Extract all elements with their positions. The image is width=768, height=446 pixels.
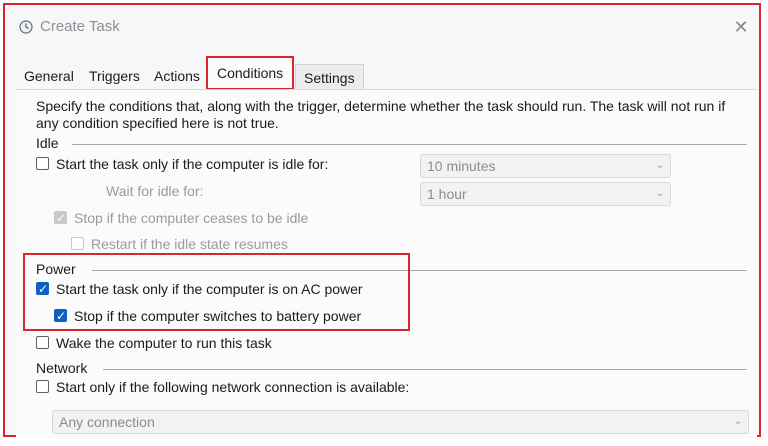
start-if-network-label: Start only if the following network conn… xyxy=(56,379,410,395)
restart-if-resumes-label: Restart if the idle state resumes xyxy=(91,236,288,252)
wait-duration-value: 1 hour xyxy=(427,186,467,202)
chevron-down-icon: ⌄ xyxy=(655,188,664,199)
start-if-network-checkbox[interactable] xyxy=(36,380,49,393)
conditions-panel: Specify the conditions that, along with … xyxy=(16,89,757,438)
stop-if-ceases-checkbox[interactable] xyxy=(54,207,67,229)
restart-if-resumes-row[interactable]: Restart if the idle state resumes xyxy=(71,233,391,255)
tab-actions[interactable]: Actions xyxy=(146,62,208,90)
network-connection-value: Any connection xyxy=(59,414,155,430)
tab-triggers[interactable]: Triggers xyxy=(81,62,148,90)
idle-heading: Idle xyxy=(36,135,59,151)
tab-general[interactable]: General xyxy=(16,62,82,90)
network-divider xyxy=(103,369,747,370)
intro-text: Specify the conditions that, along with … xyxy=(36,98,726,131)
idle-duration-select[interactable]: 10 minutes ⌄ xyxy=(420,154,671,178)
tab-strip: General Triggers Actions Conditions Sett… xyxy=(5,56,759,90)
start-if-idle-checkbox[interactable] xyxy=(36,157,49,170)
tab-conditions[interactable]: Conditions xyxy=(206,56,295,90)
network-connection-select[interactable]: Any connection ⌄ xyxy=(52,410,749,434)
power-highlight-box xyxy=(23,253,410,331)
idle-divider xyxy=(72,144,747,145)
close-icon[interactable]: ✕ xyxy=(731,17,751,37)
wake-to-run-row[interactable]: Wake the computer to run this task xyxy=(36,332,336,354)
start-if-idle-label: Start the task only if the computer is i… xyxy=(56,156,329,172)
restart-if-resumes-checkbox[interactable] xyxy=(71,237,84,250)
chevron-down-icon: ⌄ xyxy=(733,416,742,427)
tab-settings[interactable]: Settings xyxy=(295,64,364,90)
clock-icon xyxy=(19,20,33,34)
network-heading: Network xyxy=(36,360,88,376)
window-title: Create Task xyxy=(40,18,120,35)
stop-if-ceases-row[interactable]: Stop if the computer ceases to be idle xyxy=(54,207,394,229)
wake-to-run-checkbox[interactable] xyxy=(36,336,49,349)
stop-if-ceases-label: Stop if the computer ceases to be idle xyxy=(74,210,309,226)
wake-to-run-label: Wake the computer to run this task xyxy=(56,335,272,351)
dialog-window: Create Task ✕ General Triggers Actions C… xyxy=(3,3,761,438)
start-if-idle-row[interactable]: Start the task only if the computer is i… xyxy=(36,153,416,175)
idle-duration-value: 10 minutes xyxy=(427,158,496,174)
chevron-down-icon: ⌄ xyxy=(655,160,664,171)
title-bar: Create Task ✕ xyxy=(5,5,759,49)
start-if-network-row[interactable]: Start only if the following network conn… xyxy=(36,376,456,398)
wait-for-idle-label: Wait for idle for: xyxy=(106,183,204,199)
wait-duration-select[interactable]: 1 hour ⌄ xyxy=(420,182,671,206)
